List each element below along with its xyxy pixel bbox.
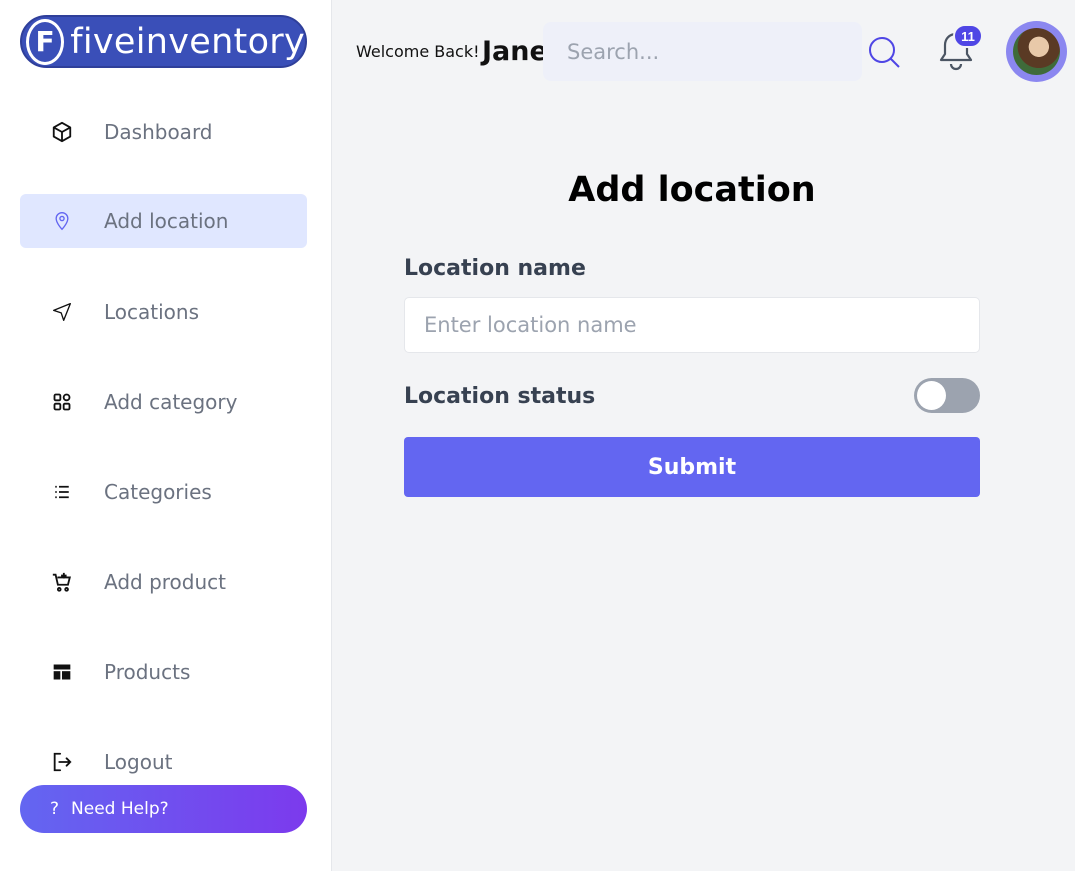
sidebar: F fiveinventory Dashboard Add location L… [0, 0, 332, 871]
sidebar-item-add-location[interactable]: Add location [20, 194, 307, 248]
avatar[interactable] [1006, 21, 1067, 82]
navigation-arrow-icon [50, 300, 74, 324]
brand-logo[interactable]: F fiveinventory [20, 15, 307, 68]
avatar-image [1013, 28, 1060, 75]
location-name-label: Location name [404, 256, 586, 281]
question-icon: ? [50, 799, 60, 819]
search-input[interactable] [543, 22, 862, 81]
sidebar-item-label: Add location [104, 209, 229, 233]
sidebar-item-add-category[interactable]: Add category [20, 375, 307, 429]
sidebar-item-label: Categories [104, 480, 212, 504]
submit-button[interactable]: Submit [404, 437, 980, 497]
cube-icon [50, 120, 74, 144]
sidebar-item-products[interactable]: Products [20, 645, 307, 699]
layout-icon [50, 660, 74, 684]
sidebar-item-label: Products [104, 660, 191, 684]
sidebar-item-label: Dashboard [104, 120, 213, 144]
sidebar-item-locations[interactable]: Locations [20, 285, 307, 339]
location-status-toggle[interactable] [914, 378, 980, 413]
brand-name: fiveinventory [70, 21, 305, 62]
list-icon [50, 480, 74, 504]
cart-add-icon [50, 570, 74, 594]
location-name-input[interactable] [404, 297, 980, 353]
map-pin-icon [50, 209, 74, 233]
sidebar-item-categories[interactable]: Categories [20, 465, 307, 519]
sidebar-item-label: Logout [104, 750, 173, 774]
location-status-label: Location status [404, 384, 596, 409]
username: Jane [482, 36, 548, 67]
sidebar-item-add-product[interactable]: Add product [20, 555, 307, 609]
sidebar-item-label: Locations [104, 300, 200, 324]
sidebar-item-label: Add product [104, 570, 227, 594]
grid-add-icon [50, 390, 74, 414]
sidebar-item-logout[interactable]: Logout [20, 735, 307, 789]
need-help-label: Need Help? [71, 799, 169, 819]
sidebar-item-dashboard[interactable]: Dashboard [20, 105, 307, 159]
sidebar-item-label: Add category [104, 390, 238, 414]
logo-mark-icon: F [26, 18, 65, 65]
search-icon[interactable] [866, 34, 902, 70]
page-title: Add location [568, 170, 816, 210]
toggle-knob [917, 381, 946, 410]
notification-badge: 11 [953, 24, 983, 48]
need-help-button[interactable]: ? Need Help? [20, 785, 307, 833]
logout-icon [50, 750, 74, 774]
welcome-text: Welcome Back! [356, 42, 480, 61]
